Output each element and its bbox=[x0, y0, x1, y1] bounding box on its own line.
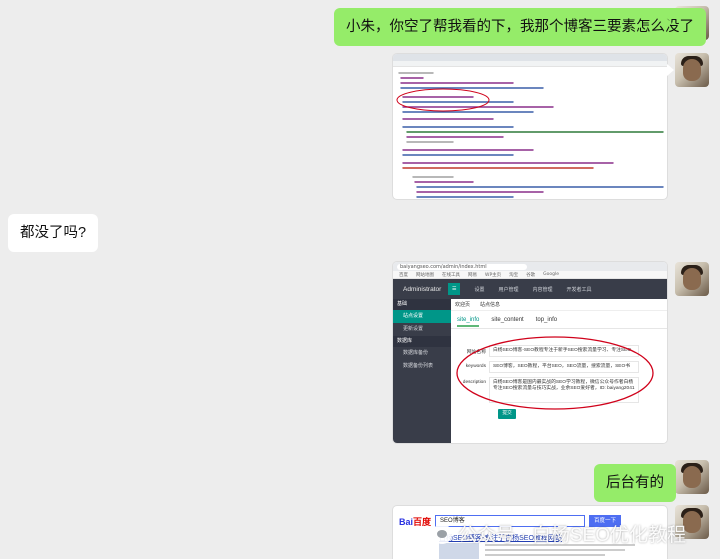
watermark: 公众号 · 白杨SEO优化教程 bbox=[432, 520, 686, 547]
nav-item: 开发者工具 bbox=[566, 286, 592, 293]
bookmark: 网站地图 bbox=[416, 272, 434, 278]
bookmark: WP主页 bbox=[485, 272, 502, 278]
avatar[interactable] bbox=[675, 460, 709, 494]
nav-item: 用户管理 bbox=[498, 286, 519, 293]
highlight-annotation bbox=[456, 336, 654, 410]
admin-content: 欢迎页 站点信息 site_info site_content top_info… bbox=[451, 299, 667, 443]
sidebar-item: 更新设置 bbox=[403, 326, 424, 332]
avatar[interactable] bbox=[675, 53, 709, 87]
sidebar-group: 基础 bbox=[393, 299, 451, 310]
bookmark: Google bbox=[543, 272, 560, 277]
sidebar-item: 站点设置 bbox=[393, 310, 451, 323]
message-bubble[interactable]: 都没了吗? bbox=[8, 214, 99, 252]
url-bar: baiyangseo.com/admin/index.html bbox=[397, 263, 527, 270]
baidu-logo: Bai百度 bbox=[399, 516, 432, 527]
admin-sidebar: 基础 站点设置 更新设置 数据库 数据库备份 数据备份列表 bbox=[393, 299, 451, 443]
nav-item: 设置 bbox=[474, 286, 485, 293]
admin-brand: Administrator bbox=[403, 285, 442, 293]
avatar[interactable] bbox=[675, 262, 709, 296]
wechat-official-account-icon bbox=[432, 523, 452, 544]
image-message-admin-screenshot[interactable]: baiyangseo.com/admin/index.html 百度 网站地图 … bbox=[393, 262, 667, 443]
sidebar-item: 数据库备份 bbox=[403, 350, 429, 356]
menu-toggle-icon: ☰ bbox=[448, 283, 461, 295]
bookmark: 百度 bbox=[399, 272, 408, 278]
browser-tab-bar: baiyangseo.com/admin/index.html bbox=[393, 262, 667, 271]
watermark-text: 公众号 · 白杨SEO优化教程 bbox=[458, 525, 687, 546]
bubble-tail bbox=[665, 472, 672, 484]
result-snippet bbox=[485, 554, 605, 556]
image-message-code-screenshot[interactable] bbox=[393, 54, 667, 199]
bookmark: 网易 bbox=[468, 272, 477, 278]
bookmark: 淘宝 bbox=[509, 272, 519, 278]
bookmark: 谷歌 bbox=[526, 272, 536, 278]
nav-item: 内容管理 bbox=[532, 286, 553, 293]
bookmark: 在线工具 bbox=[442, 272, 460, 278]
code-lines bbox=[396, 72, 664, 198]
sidebar-group: 数据库 bbox=[393, 336, 451, 347]
browser-tab-bar bbox=[393, 54, 667, 61]
bubble-tail bbox=[667, 64, 674, 76]
message-bubble[interactable]: 小朱，你空了帮我看的下，我那个博客三要素怎么没了 bbox=[334, 8, 706, 46]
admin-top-nav: Administrator ☰ 设置 用户管理 内容管理 开发者工具 bbox=[393, 279, 667, 299]
sidebar-item: 数据备份列表 bbox=[403, 363, 434, 369]
message-bubble[interactable]: 后台有的 bbox=[594, 464, 676, 502]
bubble-tail bbox=[665, 17, 672, 29]
result-snippet bbox=[485, 549, 625, 551]
bookmarks-bar: 百度 网站地图 在线工具 网易 WP主页 淘宝 谷歌 Google bbox=[393, 271, 667, 279]
